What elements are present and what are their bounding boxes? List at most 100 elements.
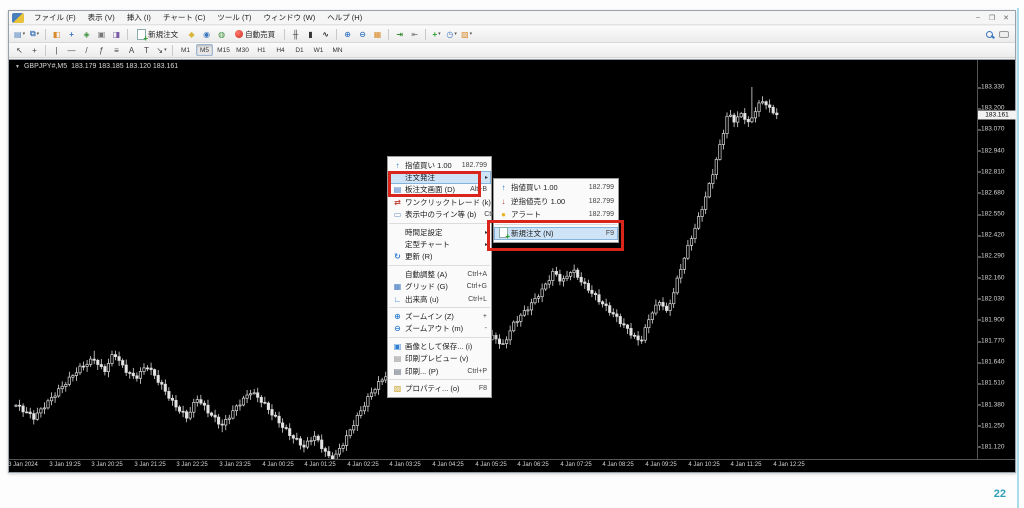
context-menu-item-15[interactable]: ⊖ズームアウト (m)- xyxy=(388,323,491,335)
templates-button-glyph: ▧ xyxy=(461,30,469,39)
timeframe-m30[interactable]: M30 xyxy=(234,44,251,56)
terminal-button[interactable]: ▣ xyxy=(95,28,108,41)
new-order-icon xyxy=(499,227,508,238)
autotrading-icon xyxy=(235,30,243,38)
bar-chart-button-glyph: ╫ xyxy=(293,30,299,39)
context-menu-item-1[interactable]: 注文発注▸ xyxy=(388,171,491,183)
submenu-item-0[interactable]: ↑指値買い 1.00182.799 xyxy=(494,181,618,195)
indicators-button-glyph: + xyxy=(432,30,437,39)
context-menu-item-14[interactable]: ⊕ズームイン (Z)+ xyxy=(388,310,491,322)
navigator-button[interactable]: ◈ xyxy=(80,28,93,41)
context-menu-item-19[interactable]: ▤印刷... (P)Ctrl+P xyxy=(388,365,491,377)
timeframe-h1[interactable]: H1 xyxy=(253,44,270,56)
menubar-item-2[interactable]: 挿入 (I) xyxy=(121,11,157,24)
horizontal-line-tool[interactable]: — xyxy=(65,44,78,57)
trendline-tool[interactable]: / xyxy=(80,44,93,57)
context-menu-item-4[interactable]: ▭表示中のライン等 (b)Ctrl+B xyxy=(388,209,491,221)
line-chart-button[interactable]: ∿ xyxy=(319,28,332,41)
context-menu-item-10[interactable]: 自動調整 (A)Ctrl+A xyxy=(388,268,491,280)
time-tick-label: 4 Jan 04:25 xyxy=(432,462,463,468)
context-menu-item-19-shortcut: Ctrl+P xyxy=(467,368,487,375)
time-tick-label: 4 Jan 11:25 xyxy=(731,462,762,468)
timeframe-m5[interactable]: M5 xyxy=(196,44,213,56)
context-menu-item-11[interactable]: ▦グリッド (G)Ctrl+G xyxy=(388,281,491,293)
minimize-icon[interactable]: – xyxy=(973,14,983,22)
crosshair-tool[interactable]: + xyxy=(28,44,41,57)
market-watch-button[interactable]: ◧ xyxy=(50,28,63,41)
menubar-item-6[interactable]: ヘルプ (H) xyxy=(321,11,368,24)
chat-icon[interactable] xyxy=(999,31,1009,38)
context-menu-item-17[interactable]: ▣画像として保存... (i) xyxy=(388,340,491,352)
timeframe-m1[interactable]: M1 xyxy=(177,44,194,56)
context-menu-item-0-shortcut: 182.799 xyxy=(462,162,487,169)
autotrading-button[interactable]: 自動売買 xyxy=(230,28,280,41)
context-menu-item-8[interactable]: ↻更新 (R) xyxy=(388,251,491,263)
timeframe-mn[interactable]: MN xyxy=(329,44,346,56)
tile-windows-button[interactable]: ▦ xyxy=(371,28,384,41)
zoom-in-button[interactable]: ⊕ xyxy=(341,28,354,41)
submenu-item-4[interactable]: 新規注文 (N)F9 xyxy=(494,227,618,241)
candlestick-button[interactable]: ▮ xyxy=(304,28,317,41)
chart-area[interactable]: ▼ GBPJPY#,M5 183.179 183.185 183.120 183… xyxy=(9,59,1015,472)
time-tick-label: 4 Jan 10:25 xyxy=(688,462,719,468)
metaeditor-button[interactable]: ◆ xyxy=(185,28,198,41)
context-menu-item-2[interactable]: ▤板注文画面 (D)Alt+B xyxy=(388,184,491,196)
text-tool[interactable]: A xyxy=(125,44,138,57)
menubar-item-5[interactable]: ウィンドウ (W) xyxy=(258,11,322,24)
restore-icon[interactable]: ❐ xyxy=(987,14,997,22)
timeframe-d1[interactable]: D1 xyxy=(291,44,308,56)
context-menu-item-21[interactable]: ▨プロパティ... (o)F8 xyxy=(388,382,491,394)
context-menu-item-3[interactable]: ⇄ワンクリックトレード (k)Alt+T xyxy=(388,196,491,208)
menubar-item-4[interactable]: ツール (T) xyxy=(211,11,257,24)
fibonacci-tool[interactable]: ƒ xyxy=(95,44,108,57)
plot-border xyxy=(9,60,978,459)
context-menu-item-6[interactable]: 時間足設定▸ xyxy=(388,226,491,238)
templates-button[interactable]: ▧▾ xyxy=(460,28,473,41)
menubar-item-0[interactable]: ファイル (F) xyxy=(28,11,82,24)
window-controls: –❐ ✕ xyxy=(973,14,1015,22)
periods-button[interactable]: ◷▾ xyxy=(445,28,458,41)
search-icon[interactable] xyxy=(986,31,993,38)
chart-collapse-icon[interactable]: ▼ xyxy=(15,64,20,70)
profiles-button[interactable]: ⧉▾ xyxy=(28,28,41,41)
time-tick-label: 3 Jan 23:25 xyxy=(219,462,250,468)
menubar-item-1[interactable]: 表示 (V) xyxy=(82,11,121,24)
submenu-item-1[interactable]: ↓逆指値売り 1.00182.799 xyxy=(494,195,618,209)
zoom-out-button[interactable]: ⊖ xyxy=(356,28,369,41)
channel-tool[interactable]: ≡ xyxy=(110,44,123,57)
context-menu-item-14-shortcut: + xyxy=(483,313,487,320)
context-menu-item-18[interactable]: ▤印刷プレビュー (v) xyxy=(388,352,491,364)
chevron-down-icon: ▾ xyxy=(23,31,26,37)
submenu-item-2[interactable]: ●アラート182.799 xyxy=(494,208,618,222)
price-tick-label: 181.770 xyxy=(981,338,1005,345)
context-menu-item-10-shortcut: Ctrl+A xyxy=(467,271,487,278)
data-window-button[interactable]: + xyxy=(65,28,78,41)
zoom-in-button-glyph: ⊕ xyxy=(344,30,351,39)
chevron-down-icon: ▾ xyxy=(438,31,441,37)
indicators-button[interactable]: +▾ xyxy=(430,28,443,41)
timeframe-w1[interactable]: W1 xyxy=(310,44,327,56)
cursor-tool[interactable]: ↖ xyxy=(13,44,26,57)
price-tick-label: 182.420 xyxy=(981,232,1005,239)
experts-button[interactable]: ◉ xyxy=(200,28,213,41)
label-tool[interactable]: T xyxy=(140,44,153,57)
globe-button[interactable]: ◍ xyxy=(215,28,228,41)
timeframe-h4[interactable]: H4 xyxy=(272,44,289,56)
new-order-button[interactable]: 新規注文 xyxy=(132,28,183,41)
price-tick-label: 182.030 xyxy=(981,295,1005,302)
price-axis[interactable]: 183.330183.200183.070182.940182.810182.6… xyxy=(978,60,1015,459)
chart-shift-button[interactable]: ⇤ xyxy=(408,28,421,41)
time-axis[interactable]: 3 Jan 20243 Jan 19:253 Jan 20:253 Jan 21… xyxy=(9,459,1015,472)
timeframe-m15[interactable]: M15 xyxy=(215,44,232,56)
menubar-item-3[interactable]: チャート (C) xyxy=(157,11,211,24)
context-menu-item-12[interactable]: ∟出来高 (u)Ctrl+L xyxy=(388,293,491,305)
auto-scroll-button[interactable]: ⇥ xyxy=(393,28,406,41)
shapes-tool[interactable]: ↘▾ xyxy=(155,44,168,57)
close-icon[interactable]: ✕ xyxy=(1001,14,1011,22)
new-chart-button[interactable]: ▤▾ xyxy=(13,28,26,41)
context-menu-item-7[interactable]: 定型チャート▸ xyxy=(388,238,491,250)
bar-chart-button[interactable]: ╫ xyxy=(289,28,302,41)
strategy-tester-button[interactable]: ◨ xyxy=(110,28,123,41)
context-menu-item-0[interactable]: ↑指値買い 1.00182.799 xyxy=(388,159,491,171)
vertical-line-tool[interactable]: | xyxy=(50,44,63,57)
